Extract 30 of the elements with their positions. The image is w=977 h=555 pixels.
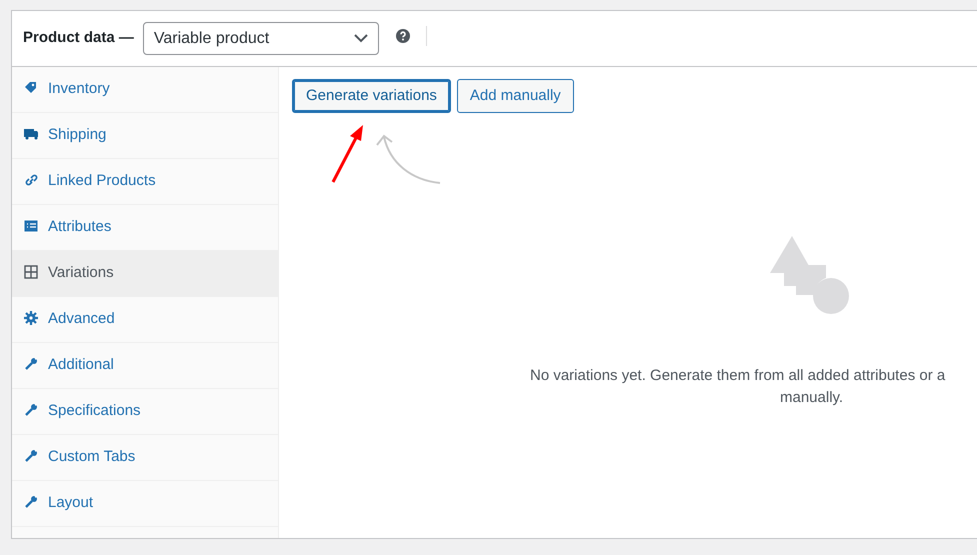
sidebar-tab[interactable]: Additional (12, 343, 278, 389)
product-type-select[interactable]: Variable product (142, 22, 379, 55)
sidebar-tab[interactable]: Shipping (12, 113, 278, 159)
empty-message-line: No variations yet. Generate them from all added attributes or a (530, 366, 946, 386)
sidebar-tab[interactable]: Advanced (12, 297, 278, 343)
sidebar-tab[interactable]: Layout (12, 481, 278, 527)
generate-button[interactable]: Generate variations (292, 79, 451, 113)
wrench-icon (24, 449, 38, 463)
curved-arrow (376, 133, 442, 185)
sidebar-tab[interactable]: Specifications (12, 389, 278, 435)
tag-icon (24, 81, 38, 95)
list-icon (24, 219, 38, 233)
sidebar-tab[interactable]: Inventory (12, 67, 278, 113)
panel-title: Product data — (23, 28, 134, 48)
link-icon (24, 173, 38, 187)
chevron-down-icon (354, 34, 368, 43)
truck-icon (24, 127, 38, 141)
sidebar-tab[interactable]: Variations (12, 251, 278, 297)
pointer-arrow (331, 124, 365, 184)
wrench-icon (24, 495, 38, 509)
sidebar-tab[interactable]: Linked Products (12, 159, 278, 205)
wrench-icon (24, 357, 38, 371)
sidebar-tab[interactable]: Custom Tabs (12, 435, 278, 481)
shapes-icon (770, 236, 850, 315)
empty-message-line: manually. (780, 388, 844, 408)
help-icon[interactable] (396, 28, 410, 42)
add-button[interactable]: Add manually (456, 79, 574, 113)
grid-icon (24, 265, 38, 279)
gear-icon (24, 311, 38, 325)
wrench-icon (24, 403, 38, 417)
